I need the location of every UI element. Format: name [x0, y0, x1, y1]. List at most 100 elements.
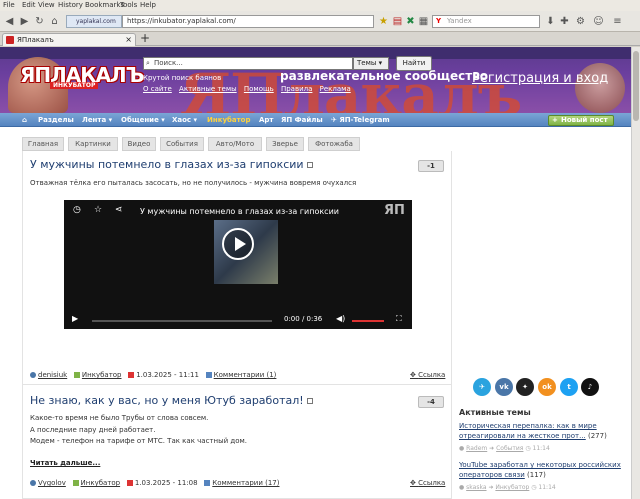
play-button[interactable]: [222, 228, 254, 260]
post-share-label: Ссылка: [418, 371, 446, 379]
link-ads[interactable]: Реклама: [320, 85, 351, 93]
post-score[interactable]: -4: [418, 396, 444, 408]
page-scrollbar[interactable]: [631, 47, 640, 499]
settings-icon[interactable]: ⚙: [574, 15, 587, 28]
tab-events[interactable]: События: [160, 137, 204, 151]
post-comments[interactable]: Комментарии (17): [212, 479, 279, 487]
flag-icon[interactable]: ▤: [391, 15, 404, 28]
active-topic[interactable]: Историческая перепалка: как в мире отреа…: [459, 421, 627, 441]
link-active-topics[interactable]: Активные темы: [179, 85, 237, 93]
tab-video[interactable]: Видео: [122, 137, 156, 151]
active-topic-meta: ● skaska ➜ Инкубатор ◷ 11:14: [459, 484, 556, 491]
tiktok-icon[interactable]: ♪: [581, 378, 599, 396]
nav-art[interactable]: Арт: [259, 113, 274, 127]
share-icon[interactable]: ⋖: [115, 205, 123, 215]
nav-yp-files[interactable]: ЯП Файлы: [281, 113, 323, 127]
site-banner: ЯПлакалъ ЯПЛАКАЛЪ ИНКУБАТОР ⌕ Поиск... Т…: [0, 47, 631, 113]
active-topic-title[interactable]: Историческая перепалка: как в мире отреа…: [459, 422, 597, 440]
extension-icon[interactable]: ✖: [404, 15, 417, 28]
menu-file[interactable]: File: [3, 1, 15, 9]
new-tab-button[interactable]: +: [140, 32, 150, 45]
active-topic-author[interactable]: skaska: [466, 484, 486, 491]
calendar-icon: [126, 480, 133, 486]
bookmark-star-icon[interactable]: ★: [377, 15, 390, 28]
nav-sections[interactable]: Разделы: [38, 113, 74, 127]
star-icon[interactable]: ☆: [94, 205, 102, 215]
telegram-icon[interactable]: ✈: [473, 378, 491, 396]
volume-slider[interactable]: [352, 320, 384, 322]
menu-history[interactable]: History: [58, 1, 83, 9]
vk-icon[interactable]: vk: [495, 378, 513, 396]
tab-auto-moto[interactable]: Авто/Мото: [208, 137, 262, 151]
scrollbar-thumb[interactable]: [633, 51, 639, 121]
close-tab-icon[interactable]: ×: [125, 34, 132, 46]
tab-title: ЯПлакалъ: [17, 36, 54, 44]
tab-yaplakal[interactable]: ЯПлакалъ ×: [2, 33, 136, 46]
tab-main[interactable]: Главная: [22, 137, 64, 151]
video-progress-bar[interactable]: [92, 320, 272, 322]
menu-help[interactable]: Help: [140, 1, 156, 9]
menu-tools[interactable]: Tools: [120, 1, 137, 9]
nav-incubator[interactable]: Инкубатор: [207, 113, 251, 127]
post-comments[interactable]: Комментарии (1): [214, 371, 277, 379]
home-icon[interactable]: ⌂: [48, 15, 61, 28]
nav-feed[interactable]: Лента ▾: [82, 113, 112, 127]
reload-icon[interactable]: ↻: [33, 15, 46, 28]
post-title[interactable]: Не знаю, как у вас, но у меня Ютуб зараб…: [30, 394, 313, 407]
addon-icon[interactable]: ✚: [558, 15, 571, 28]
active-topic-section[interactable]: Инкубатор: [495, 484, 529, 491]
site-logo[interactable]: ЯПЛАКАЛЪ ИНКУБАТОР: [20, 63, 144, 89]
menu-bookmarks[interactable]: Bookmarks: [85, 1, 124, 9]
nav-chat[interactable]: Общение ▾: [121, 113, 165, 127]
home-icon[interactable]: ⌂: [22, 113, 27, 127]
post-share-link[interactable]: ✥ Ссылка: [410, 371, 445, 379]
link-rules[interactable]: Правила: [281, 85, 312, 93]
post-author[interactable]: Vygolov: [38, 479, 66, 487]
active-topic-section[interactable]: События: [496, 445, 523, 452]
nav-telegram[interactable]: ✈ ЯП-Telegram: [331, 113, 390, 127]
post-author[interactable]: denisiuk: [38, 371, 67, 379]
twitter-icon[interactable]: t: [560, 378, 578, 396]
link-help[interactable]: Помощь: [244, 85, 274, 93]
post-share-link[interactable]: ✥ Ссылка: [410, 479, 445, 487]
video-controls: ▶ 0:00 / 0:36 ◀) ⛶: [64, 312, 412, 329]
nav-chaos[interactable]: Хаос ▾: [172, 113, 197, 127]
post-section[interactable]: Инкубатор: [82, 371, 122, 379]
post-title[interactable]: У мужчины потемнело в глазах из-за гипок…: [30, 158, 313, 171]
tab-photoshop[interactable]: Фотожаба: [308, 137, 360, 151]
download-icon[interactable]: ⬇: [544, 15, 557, 28]
post-section[interactable]: Инкубатор: [81, 479, 121, 487]
read-more-link[interactable]: Читать дальше...: [30, 459, 100, 467]
arrow-right-icon: [72, 480, 79, 486]
comment-icon: [204, 480, 211, 486]
link-about[interactable]: О сайте: [143, 85, 172, 93]
active-topic-author[interactable]: Radem: [466, 445, 487, 452]
browser-menu-icon[interactable]: ≡: [611, 15, 624, 28]
post-subtitle: Отважная тёлка его пыталась засосать, но…: [30, 179, 357, 187]
video-player[interactable]: ◷ ☆ ⋖ У мужчины потемнело в глазах из-за…: [64, 200, 412, 329]
menu-view[interactable]: View: [38, 1, 55, 9]
active-topic[interactable]: YouTube заработал у некоторых российских…: [459, 460, 627, 480]
post-divider: [22, 384, 452, 385]
volume-icon[interactable]: ◀): [336, 314, 345, 323]
tab-pictures[interactable]: Картинки: [68, 137, 118, 151]
forward-icon[interactable]: ▶: [18, 15, 31, 28]
browser-search-input[interactable]: Y Yandex: [432, 15, 540, 28]
user-icon: ●: [459, 484, 465, 491]
fullscreen-icon[interactable]: ⛶: [396, 314, 402, 324]
menu-edit[interactable]: Edit: [22, 1, 36, 9]
register-login-link[interactable]: Регистрация и вход: [472, 71, 608, 86]
site-identity[interactable]: yaplakal.com: [66, 15, 122, 28]
profile-icon[interactable]: ☺: [592, 15, 605, 28]
post-score[interactable]: -1: [418, 160, 444, 172]
dzen-icon[interactable]: ✦: [516, 378, 534, 396]
clock-icon[interactable]: ◷: [73, 205, 81, 215]
ok-icon[interactable]: ok: [538, 378, 556, 396]
tab-animals[interactable]: Зверье: [266, 137, 304, 151]
url-bar[interactable]: https://inkubator.yaplakal.com/: [122, 15, 374, 28]
tagline[interactable]: Крутой поиск баянов: [143, 74, 221, 82]
new-post-button[interactable]: + Новый пост: [548, 115, 614, 126]
back-icon[interactable]: ◀: [3, 15, 16, 28]
reader-icon[interactable]: ▦: [417, 15, 430, 28]
play-icon[interactable]: ▶: [72, 314, 78, 323]
